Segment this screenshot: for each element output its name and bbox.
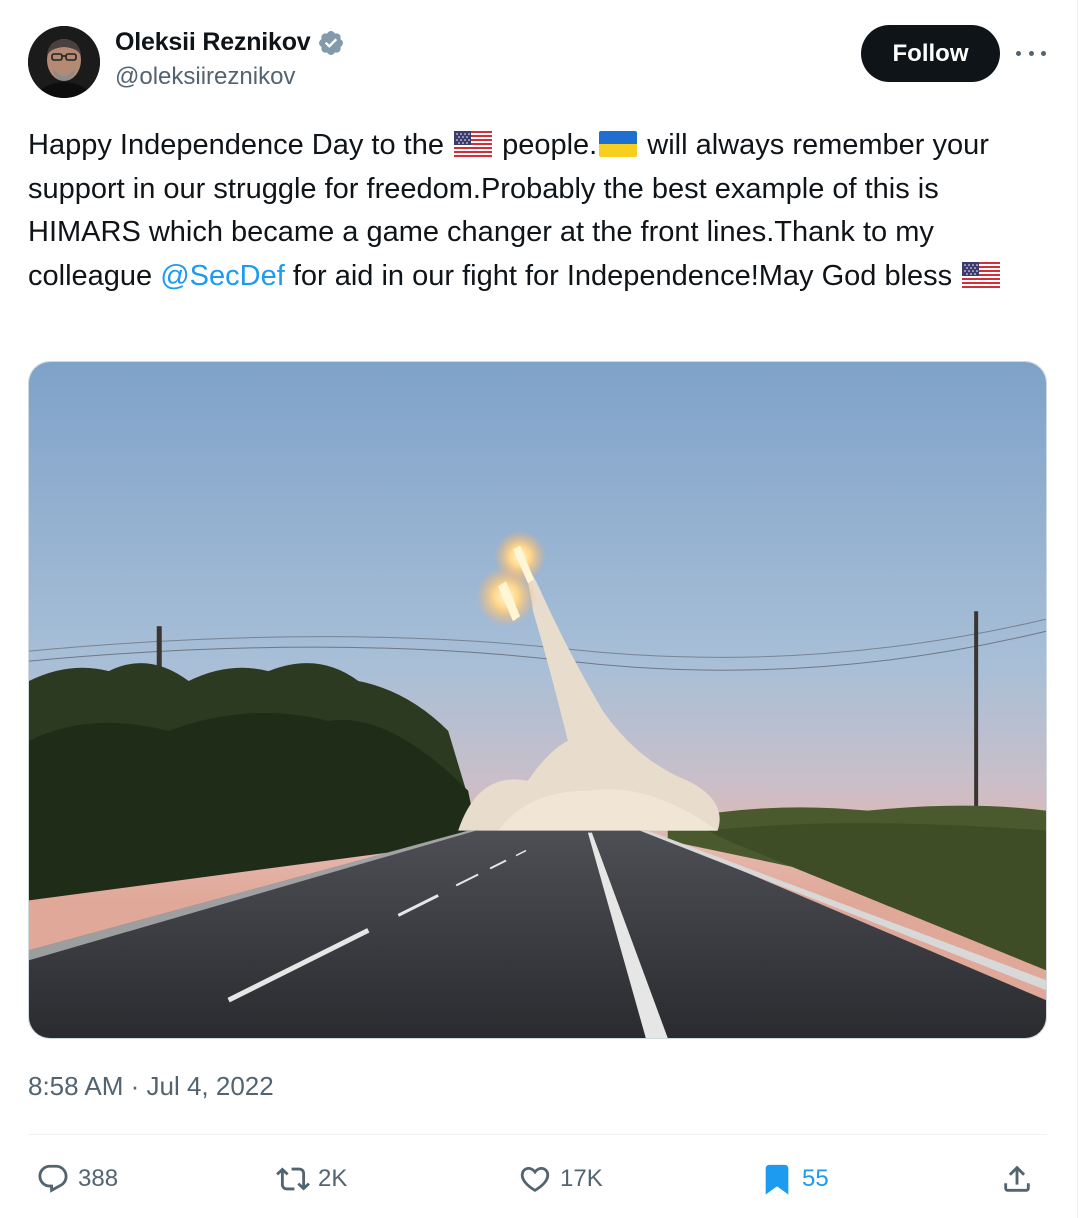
tweet-timestamp[interactable]: 8:58 AM · Jul 4, 2022 bbox=[28, 1071, 274, 1102]
bookmark-button[interactable]: 55 bbox=[760, 1152, 829, 1206]
author-handle[interactable]: @oleksiireznikov bbox=[115, 63, 295, 91]
mention-link[interactable]: @SecDef bbox=[160, 260, 285, 292]
himars-launch-photo bbox=[29, 362, 1046, 1038]
verified-badge-icon bbox=[318, 30, 343, 55]
reply-button[interactable]: 388 bbox=[36, 1152, 118, 1206]
like-button[interactable]: 17K bbox=[518, 1152, 603, 1206]
heart-icon bbox=[520, 1166, 550, 1192]
divider bbox=[28, 1134, 1047, 1135]
retweet-count: 2K bbox=[318, 1165, 348, 1192]
share-button[interactable] bbox=[1000, 1152, 1034, 1206]
tweet-text-segment: for aid in our fight for Independence!Ma… bbox=[284, 259, 961, 292]
ukraine-flag-icon bbox=[599, 131, 638, 157]
tweet-text: Happy Independence Day to the people. wi… bbox=[28, 124, 1058, 298]
us-flag-icon bbox=[454, 131, 493, 157]
follow-button[interactable]: Follow bbox=[861, 25, 1000, 82]
avatar[interactable] bbox=[28, 26, 100, 98]
author-name-row: Oleksii Reznikov bbox=[115, 28, 345, 57]
author-name[interactable]: Oleksii Reznikov bbox=[115, 28, 311, 57]
tweet-text-segment: Happy Independence Day to the bbox=[28, 129, 453, 161]
tweet-media-image[interactable] bbox=[28, 361, 1047, 1039]
tweet-card: Oleksii Reznikov @oleksiireznikov Follow… bbox=[0, 0, 1078, 1218]
bookmark-icon bbox=[765, 1164, 789, 1195]
like-count: 17K bbox=[560, 1165, 603, 1192]
reply-icon bbox=[38, 1164, 68, 1193]
more-options-icon[interactable] bbox=[1016, 40, 1046, 66]
bookmark-count: 55 bbox=[802, 1165, 829, 1192]
tweet-actions-bar: 388 2K 17K 55 bbox=[28, 1152, 1047, 1206]
reply-count: 388 bbox=[78, 1165, 119, 1192]
avatar-image bbox=[28, 26, 100, 98]
tweet-text-segment: people. bbox=[494, 129, 598, 161]
share-icon bbox=[1004, 1165, 1030, 1192]
retweet-button[interactable]: 2K bbox=[276, 1152, 347, 1206]
us-flag-icon bbox=[962, 261, 1001, 288]
retweet-icon bbox=[276, 1167, 310, 1191]
